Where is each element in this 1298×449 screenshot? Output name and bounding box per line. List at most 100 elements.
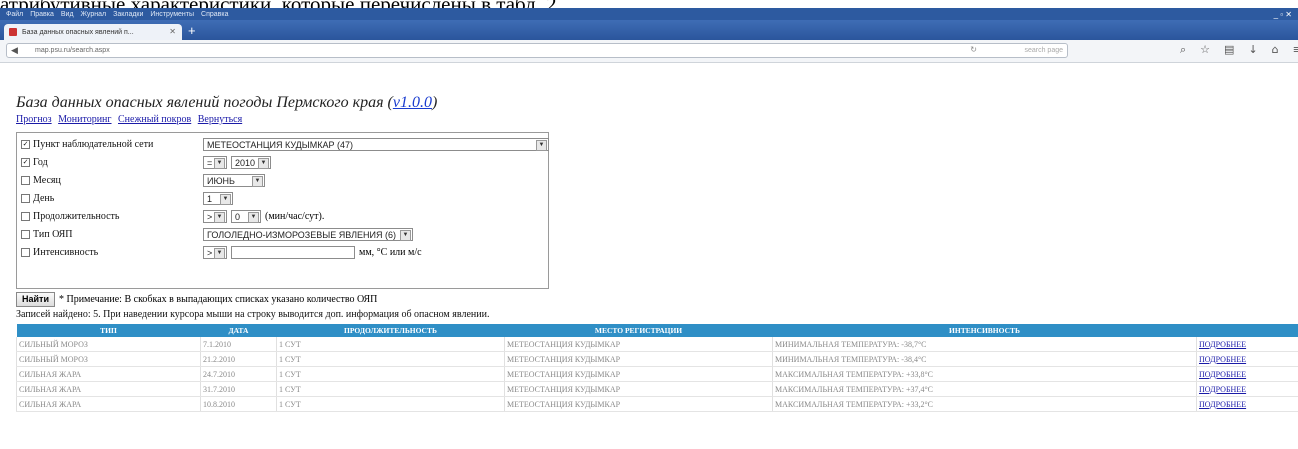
find-button[interactable]: Найти [16,291,55,307]
bookmark-star-icon[interactable]: ☆ [1200,43,1210,57]
cell-duration: 1 СУТ [276,396,505,412]
tab-active[interactable]: База данных опасных явлений п... ✕ [4,24,182,40]
duration-operator-value: > [207,211,213,222]
back-icon[interactable]: ◀ [11,45,18,56]
day-checkbox[interactable] [21,194,30,203]
link-snow-cover[interactable]: Снежный покров [118,114,191,125]
chevron-down-icon: ▼ [252,176,263,187]
menu-history[interactable]: Журнал [81,11,107,18]
table-row[interactable]: СИЛЬНАЯ ЖАРА 10.8.2010 1 СУТ МЕТЕОСТАНЦИ… [16,396,1298,412]
cell-type: СИЛЬНАЯ ЖАРА [16,381,201,397]
month-checkbox[interactable] [21,176,30,185]
col-date-header[interactable]: ДАТА [200,324,277,337]
filter-station-row: ✓ Пункт наблюдательной сети [21,136,153,153]
records-count: Записей найдено: 5. При наведении курсор… [16,309,490,320]
col-place-header[interactable]: МЕСТО РЕГИСТРАЦИИ [504,324,773,337]
find-row: Найти * Примечание: В скобках в выпадающ… [16,291,377,307]
menu-edit[interactable]: Правка [30,11,54,18]
cell-place: МЕТЕОСТАНЦИЯ КУДЫМКАР [504,396,773,412]
intensity-operator-value: > [207,247,213,258]
toolbar-icons: ⌕ ☆ ▤ ↓ ⌂ ≡ [1180,43,1298,57]
cell-type: СИЛЬНЫЙ МОРОЗ [16,351,201,367]
intensity-checkbox[interactable] [21,248,30,257]
station-checkbox[interactable]: ✓ [21,140,30,149]
month-select[interactable]: ИЮНЬ ▼ [203,174,265,187]
cell-details: ПОДРОБНЕЕ [1196,366,1298,382]
cell-duration: 1 СУТ [276,381,505,397]
cell-place: МЕТЕОСТАНЦИЯ КУДЫМКАР [504,381,773,397]
filter-type-row: Тип ОЯП [21,226,72,243]
filter-year-row: ✓ Год [21,154,48,171]
results-table: ТИП ДАТА ПРОДОЛЖИТЕЛЬНОСТЬ МЕСТО РЕГИСТР… [16,324,1298,412]
year-select[interactable]: 2010 ▼ [231,156,271,169]
download-icon[interactable]: ↓ [1248,43,1257,57]
link-back[interactable]: Вернуться [198,114,242,125]
col-intensity-header[interactable]: ИНТЕНСИВНОСТЬ [772,324,1197,337]
intensity-input[interactable] [231,246,355,259]
home-icon[interactable]: ⌂ [1272,43,1279,57]
address-bar[interactable]: ◀ map.psu.ru/search.aspx ↻ search page [6,43,1068,58]
details-link[interactable]: ПОДРОБНЕЕ [1199,385,1246,394]
table-row[interactable]: СИЛЬНЫЙ МОРОЗ 21.2.2010 1 СУТ МЕТЕОСТАНЦ… [16,351,1298,367]
intensity-unit: мм, °С или м/с [359,247,422,258]
station-label: Пункт наблюдательной сети [33,139,154,150]
link-forecast[interactable]: Прогноз [16,114,52,125]
menu-view[interactable]: Вид [61,11,74,18]
window-controls[interactable]: _ ▫ ✕ [1274,10,1298,19]
cell-duration: 1 СУТ [276,366,505,382]
reload-icon[interactable]: ↻ [970,45,977,54]
search-field[interactable]: search page [1024,47,1063,54]
year-label: Год [33,157,48,168]
day-select[interactable]: 1 ▼ [203,192,233,205]
station-select[interactable]: МЕТЕОСТАНЦИЯ КУДЫМКАР (47) ▼ [203,138,549,151]
details-link[interactable]: ПОДРОБНЕЕ [1199,355,1246,364]
new-tab-button[interactable]: + [188,24,196,37]
link-monitoring[interactable]: Мониторинг [58,114,111,125]
version-link[interactable]: v1.0.0 [393,94,432,111]
page-title: База данных опасных явлений погоды Пермс… [16,94,437,112]
year-checkbox[interactable]: ✓ [21,158,30,167]
library-icon[interactable]: ▤ [1224,43,1234,57]
month-label: Месяц [33,175,61,186]
filter-month-row: Месяц [21,172,61,189]
cell-type: СИЛЬНАЯ ЖАРА [16,396,201,412]
cell-place: МЕТЕОСТАНЦИЯ КУДЫМКАР [504,351,773,367]
table-row[interactable]: СИЛЬНАЯ ЖАРА 24.7.2010 1 СУТ МЕТЕОСТАНЦИ… [16,366,1298,382]
close-tab-icon[interactable]: ✕ [169,27,176,36]
col-duration-header[interactable]: ПРОДОЛЖИТЕЛЬНОСТЬ [276,324,505,337]
intensity-operator-select[interactable]: > ▼ [203,246,227,259]
details-link[interactable]: ПОДРОБНЕЕ [1199,370,1246,379]
col-type-header[interactable]: ТИП [16,324,201,337]
cell-type: СИЛЬНЫЙ МОРОЗ [16,337,201,352]
chevron-down-icon: ▼ [536,140,547,151]
type-checkbox[interactable] [21,230,30,239]
duration-checkbox[interactable] [21,212,30,221]
menu-bookmarks[interactable]: Закладки [113,11,143,18]
cell-intensity: МИНИМАЛЬНАЯ ТЕМПЕРАТУРА: -38,7°С [772,337,1197,352]
cell-intensity: МАКСИМАЛЬНАЯ ТЕМПЕРАТУРА: +33,2°С [772,396,1197,412]
menu-hamburger-icon[interactable]: ≡ [1293,43,1298,57]
cell-date: 21.2.2010 [200,351,277,367]
menu-tools[interactable]: Инструменты [150,11,194,18]
cell-date: 7.1.2010 [200,337,277,352]
duration-value: 0 [235,211,241,222]
page-title-close: ) [431,94,438,111]
tab-bar: База данных опасных явлений п... ✕ + [0,20,1298,40]
table-row[interactable]: СИЛЬНЫЙ МОРОЗ 7.1.2010 1 СУТ МЕТЕОСТАНЦИ… [16,337,1298,352]
cell-intensity: МИНИМАЛЬНАЯ ТЕМПЕРАТУРА: -38,4°С [772,351,1197,367]
menu-file[interactable]: Файл [6,11,23,18]
search-icon[interactable]: ⌕ [1180,43,1186,57]
year-operator-select[interactable]: = ▼ [203,156,227,169]
month-value: ИЮНЬ [207,175,235,186]
table-row[interactable]: СИЛЬНАЯ ЖАРА 31.7.2010 1 СУТ МЕТЕОСТАНЦИ… [16,381,1298,397]
cell-details: ПОДРОБНЕЕ [1196,337,1298,352]
duration-operator-select[interactable]: > ▼ [203,210,227,223]
duration-select[interactable]: 0 ▼ [231,210,261,223]
type-select[interactable]: ГОЛОЛЕДНО-ИЗМОРОЗЕВЫЕ ЯВЛЕНИЯ (6) ▼ [203,228,413,241]
details-link[interactable]: ПОДРОБНЕЕ [1199,340,1246,349]
col-details-header [1196,324,1298,337]
menu-help[interactable]: Справка [201,11,228,18]
type-control: ГОЛОЛЕДНО-ИЗМОРОЗЕВЫЕ ЯВЛЕНИЯ (6) ▼ [203,227,413,242]
page-title-text: База данных опасных явлений погоды Пермс… [16,94,393,111]
details-link[interactable]: ПОДРОБНЕЕ [1199,400,1246,409]
